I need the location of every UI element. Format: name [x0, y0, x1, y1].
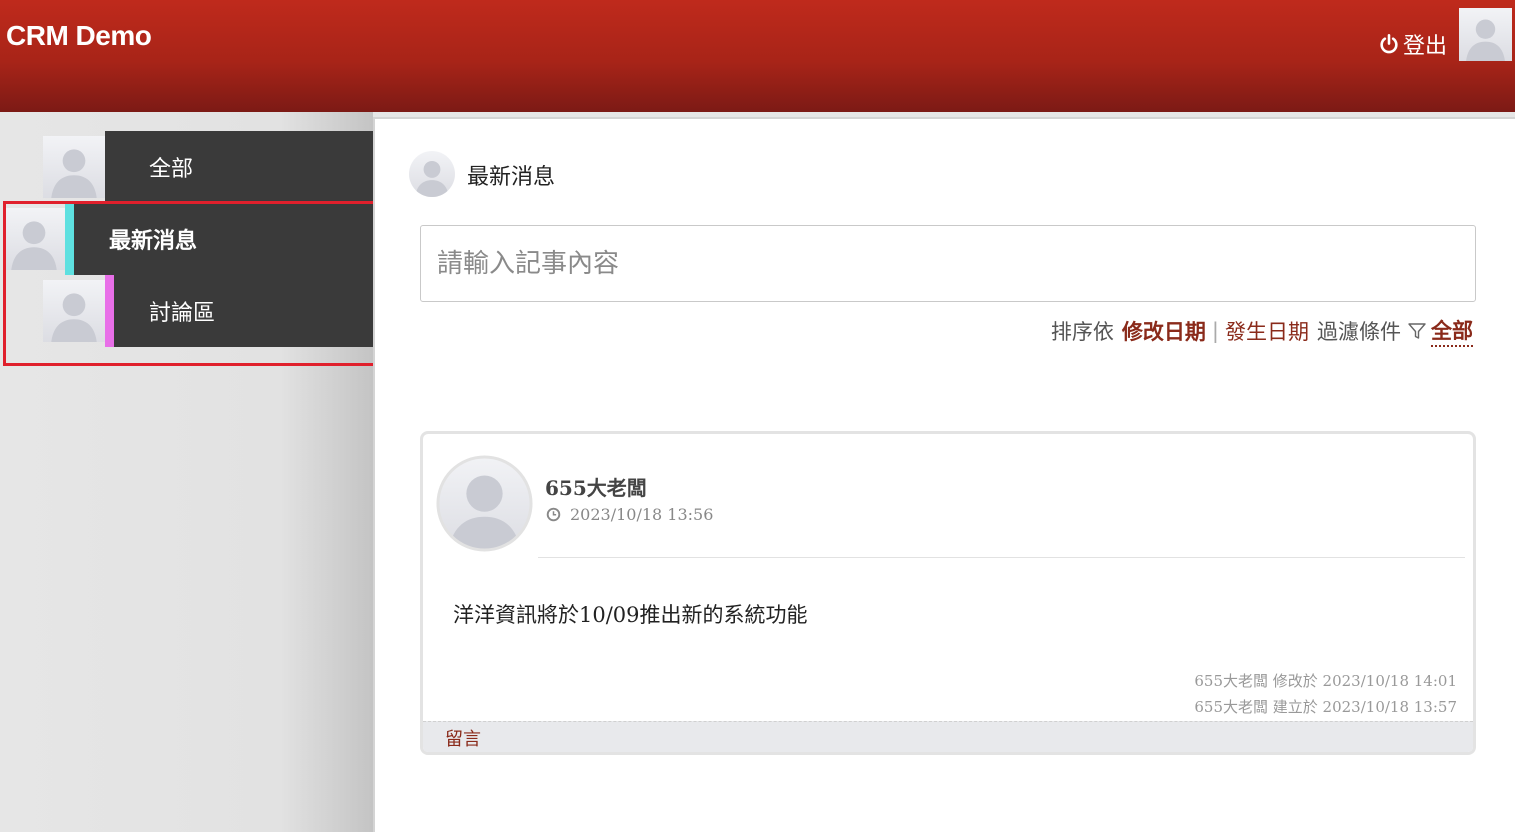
power-icon	[1380, 34, 1398, 54]
app-title[interactable]: CRM Demo	[6, 20, 152, 52]
sidebar-item-label: 最新消息	[74, 203, 373, 275]
sort-by-occurred-date-link[interactable]: 發生日期	[1225, 316, 1309, 346]
logout-label: 登出	[1403, 34, 1448, 59]
post-card-footer: 留言	[423, 721, 1473, 752]
user-avatar-icon[interactable]	[1459, 8, 1512, 61]
sidebar-item-label: 全部	[114, 131, 373, 203]
main-panel: 最新消息 排序依 修改日期 | 發生日期 過濾條件 全部 655大老闆 2023…	[373, 117, 1515, 832]
post-author[interactable]: 655大老闆	[545, 472, 647, 501]
post-card: 655大老闆 2023/10/18 13:56 洋洋資訊將於10/09推出新的系…	[420, 431, 1476, 755]
clock-icon	[546, 507, 561, 522]
sidebar-item-label: 討論區	[114, 275, 373, 347]
post-timestamp-text: 2023/10/18 13:56	[570, 505, 714, 524]
sidebar-item-stripe	[105, 275, 114, 347]
user-avatar-icon	[43, 131, 105, 203]
page-title: 最新消息	[467, 165, 556, 190]
post-modified-meta: 655大老闆 修改於 2023/10/18 14:01	[1194, 672, 1457, 690]
user-avatar-icon	[43, 275, 105, 347]
post-body: 洋洋資訊將於10/09推出新的系統功能	[453, 603, 808, 627]
filter-all-link[interactable]: 全部	[1431, 315, 1473, 347]
sidebar-item-news[interactable]: 最新消息	[3, 203, 373, 275]
logout-button[interactable]: 登出	[1378, 30, 1448, 59]
comment-link[interactable]: 留言	[445, 725, 481, 751]
user-avatar-icon	[3, 203, 65, 275]
sort-separator: |	[1211, 319, 1219, 343]
user-avatar-icon[interactable]	[435, 454, 534, 553]
post-created-meta: 655大老闆 建立於 2023/10/18 13:57	[1194, 698, 1457, 716]
note-content-input[interactable]	[420, 225, 1476, 302]
sort-filter-bar: 排序依 修改日期 | 發生日期 過濾條件 全部	[1051, 315, 1473, 347]
sidebar-item-stripe	[65, 203, 74, 275]
post-timestamp: 2023/10/18 13:56	[546, 505, 713, 524]
sort-by-modified-date-link[interactable]: 修改日期	[1122, 316, 1206, 346]
top-header-bar: CRM Demo 登出	[0, 0, 1515, 112]
sort-prefix: 排序依	[1050, 320, 1114, 344]
filter-label: 過濾條件	[1317, 320, 1401, 344]
user-avatar-icon	[409, 151, 455, 197]
card-divider	[538, 557, 1465, 558]
sidebar-item-discussion[interactable]: 討論區	[43, 275, 373, 347]
sidebar-item-all[interactable]: 全部	[43, 131, 373, 203]
sidebar-item-stripe	[105, 131, 114, 203]
funnel-icon	[1408, 323, 1426, 339]
